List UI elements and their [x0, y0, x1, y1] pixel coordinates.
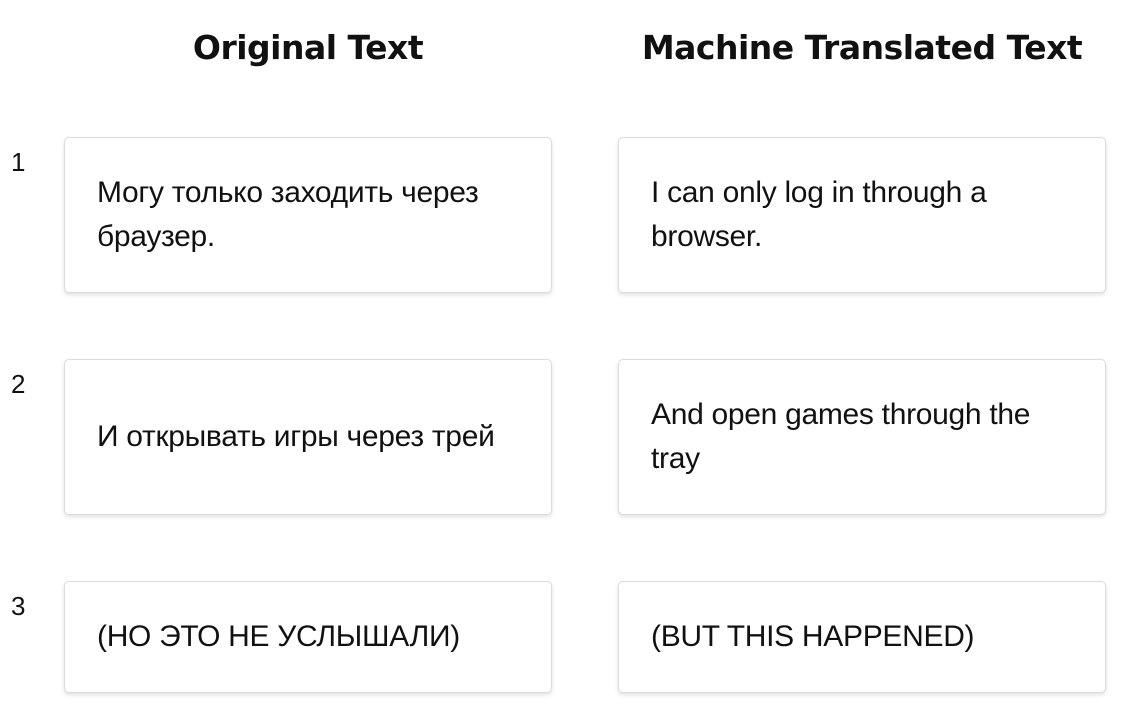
translated-text: I can only log in through a browser.: [651, 176, 987, 253]
translated-text-card[interactable]: (BUT THIS HAPPENED): [618, 581, 1106, 693]
row-number: 3: [11, 591, 26, 621]
original-text-card[interactable]: (НО ЭТО НЕ УСЛЫШАЛИ): [64, 581, 552, 693]
row-number: 1: [11, 147, 26, 177]
translated-text: And open games through the tray: [651, 398, 1031, 475]
original-text-card[interactable]: Могу только заходить через браузер.: [64, 137, 552, 293]
translated-text: (BUT THIS HAPPENED): [651, 620, 975, 653]
original-text: И открывать игры через трей: [97, 420, 495, 453]
translated-text-card[interactable]: And open games through the tray: [618, 359, 1106, 515]
original-text: Могу только заходить через браузер.: [97, 176, 479, 253]
original-text-card[interactable]: И открывать игры через трей: [64, 359, 552, 515]
row-number: 2: [11, 369, 26, 399]
machine-translated-text-header: Machine Translated Text: [641, 28, 1083, 67]
translated-text-card[interactable]: I can only log in through a browser.: [618, 137, 1106, 293]
original-text-header: Original Text: [192, 28, 424, 67]
original-text: (НО ЭТО НЕ УСЛЫШАЛИ): [97, 620, 460, 653]
